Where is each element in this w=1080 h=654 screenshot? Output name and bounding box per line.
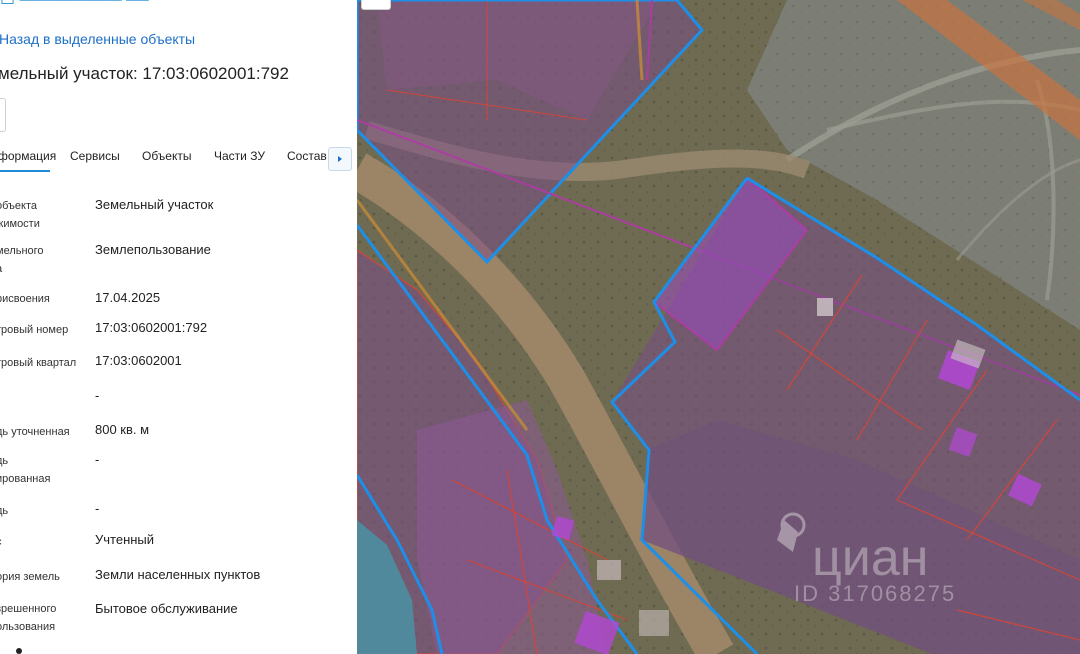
attr-label: дь — [0, 505, 9, 517]
building-roof — [597, 560, 621, 580]
panel-bottom-dot — [16, 648, 22, 654]
tab-services[interactable]: Сервисы — [70, 149, 120, 163]
attr-label: тровый квартал — [0, 357, 77, 369]
tab-objects[interactable]: Объекты — [142, 149, 192, 163]
attr-value: - — [95, 501, 100, 516]
attr-value: 800 кв. м — [95, 422, 150, 437]
page-title: мельный участок: 17:03:0602001:792 — [0, 64, 289, 83]
watermark-brand: циан — [812, 529, 928, 587]
attr-value: 17:03:0602001 — [95, 353, 182, 368]
tab-parts[interactable]: Части ЗУ — [214, 149, 265, 163]
attr-value: Учтенный — [95, 532, 155, 547]
attr-value: Землепользование — [95, 242, 211, 257]
attr-label: ользования — [0, 621, 56, 633]
cadastral-map[interactable]: циан ID 317068275 — [357, 0, 1080, 654]
tab-information[interactable]: формация — [0, 149, 56, 163]
attr-value: 17:03:0602001:792 — [95, 320, 208, 335]
info-tabs: формация Сервисы Объекты Части ЗУ Состав — [0, 144, 357, 172]
attr-label: а — [0, 260, 2, 278]
map-canvas[interactable]: циан ID 317068275 — [357, 0, 1080, 654]
building-roof — [639, 610, 669, 636]
attr-label: с — [0, 533, 2, 551]
tabs-next-button[interactable] — [328, 147, 352, 171]
attr-label: объекта — [0, 200, 38, 212]
attr-label: зрешенного — [0, 603, 57, 615]
tab-composition[interactable]: Состав — [287, 149, 327, 163]
back-to-selected-link[interactable]: Назад в выделенные объекты — [0, 31, 195, 47]
map-control-button[interactable] — [361, 0, 391, 10]
attr-value: Бытовое обслуживание — [95, 601, 238, 616]
panel-header-cut: ▭ ───────── ── — [0, 0, 149, 9]
attr-label: тровый номер — [0, 324, 69, 336]
attr-label: ированная — [0, 473, 51, 485]
chevron-right-icon — [338, 156, 342, 162]
attr-label: рисвоения — [0, 293, 50, 305]
active-tab-indicator — [0, 170, 50, 172]
panel-side-control[interactable] — [0, 98, 6, 132]
attr-value: Земельный участок — [95, 197, 214, 212]
attr-value: - — [95, 452, 100, 467]
watermark-id: ID 317068275 — [794, 581, 956, 606]
attr-value: 17.04.2025 — [95, 290, 161, 305]
attr-value: - — [95, 388, 100, 403]
object-info-panel: ▭ ───────── ── Назад в выделенные объект… — [0, 0, 357, 654]
attr-label: дь уточненная — [0, 426, 70, 438]
attr-label: ория земель — [0, 571, 60, 583]
attr-label: дь — [0, 455, 9, 467]
attr-label: жимости — [0, 218, 40, 230]
attr-label: мельного — [0, 245, 44, 257]
attr-value: Земли населенных пунктов — [95, 567, 261, 582]
building-roof — [817, 298, 833, 316]
